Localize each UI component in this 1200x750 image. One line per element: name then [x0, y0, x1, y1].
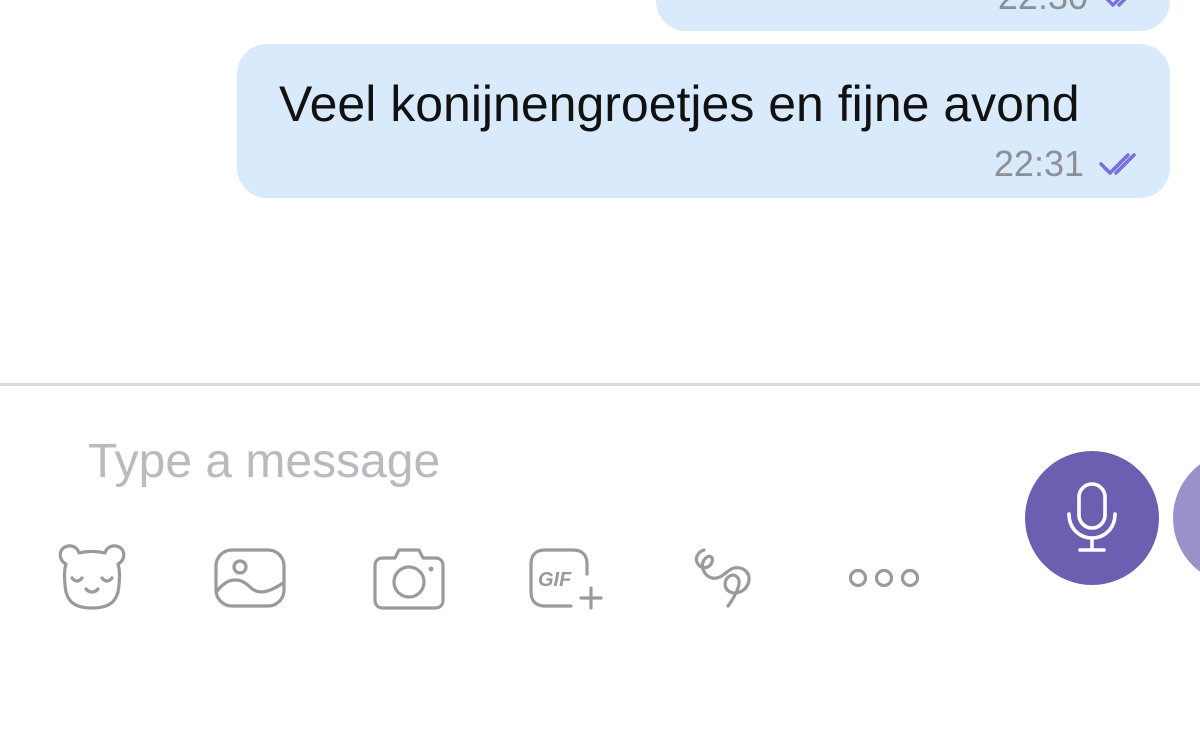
message-bubble-outgoing[interactable]: 22:30	[656, 0, 1170, 31]
camera-icon	[373, 548, 445, 610]
read-ticks-icon	[1099, 153, 1136, 175]
secondary-action-button[interactable]	[1173, 451, 1200, 585]
more-button[interactable]	[842, 540, 926, 616]
gallery-button[interactable]	[208, 540, 292, 616]
doodle-button[interactable]	[682, 540, 766, 616]
sticker-icon	[58, 544, 126, 610]
sticker-button[interactable]	[50, 540, 134, 616]
microphone-icon	[1067, 482, 1117, 552]
message-time: 22:31	[993, 143, 1084, 184]
message-time: 22:30	[998, 0, 1088, 17]
gif-button[interactable]: GIF	[525, 540, 609, 616]
message-input[interactable]	[88, 426, 948, 496]
message-meta: 22:31	[994, 144, 1146, 184]
gif-icon: GIF	[529, 548, 603, 610]
message-text: Veel konijnengroetjes en fijne avond	[279, 76, 1080, 132]
read-ticks-icon	[1105, 0, 1127, 7]
gif-label: GIF	[538, 569, 572, 591]
camera-button[interactable]	[367, 540, 451, 616]
more-icon	[848, 568, 920, 588]
composer-divider	[0, 383, 1200, 386]
gallery-icon	[214, 548, 286, 608]
chat-screen: 22:30 Veel konijnengroetjes en fijne avo…	[0, 0, 1200, 750]
voice-message-button[interactable]	[1025, 451, 1159, 585]
doodle-icon	[694, 548, 751, 608]
message-meta: 22:30	[998, 0, 1146, 17]
message-bubble-outgoing[interactable]: Veel konijnengroetjes en fijne avond 22:…	[237, 44, 1170, 198]
